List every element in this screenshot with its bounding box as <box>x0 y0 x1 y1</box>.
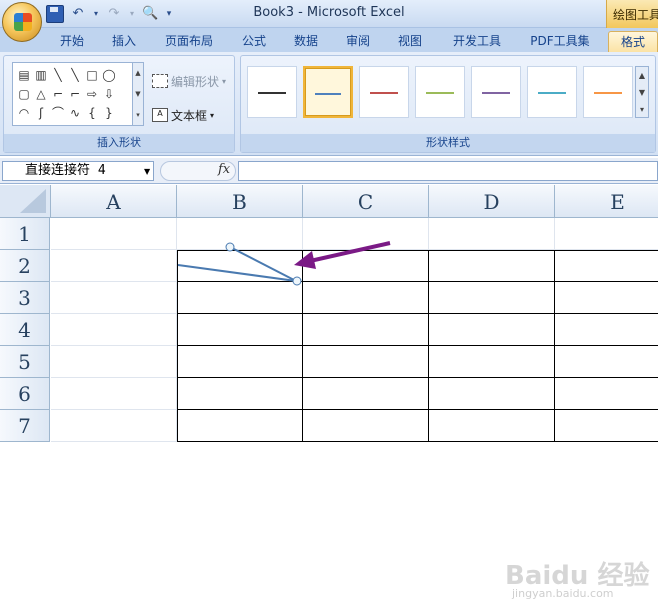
shape-option-icon[interactable]: △ <box>33 85 49 104</box>
shape-option-icon[interactable]: ◠ <box>16 104 32 123</box>
tab-view[interactable]: 视图 <box>390 31 430 52</box>
shape-option-icon[interactable]: ▤ <box>16 66 32 85</box>
scroll-down-icon[interactable]: ▼ <box>636 84 648 101</box>
annotation-arrow <box>309 241 391 263</box>
office-button[interactable] <box>2 2 42 42</box>
shape-style-option[interactable] <box>471 66 521 118</box>
tab-developer[interactable]: 开发工具 <box>444 31 510 52</box>
line-style-preview-icon <box>594 92 622 94</box>
tab-data[interactable]: 数据 <box>286 31 326 52</box>
scroll-up-icon[interactable]: ▲ <box>133 63 143 84</box>
shapes-gallery[interactable]: ▤ ▥ ╲ ╲ □ ◯ ▢ △ ⌐ ⌐ ⇨ ⇩ ◠ ʃ ⌒ ∿{} <box>12 62 142 126</box>
line-style-preview-icon <box>538 92 566 94</box>
chevron-down-icon: ▾ <box>222 76 227 86</box>
group-label-insert-shapes: 插入形状 <box>4 134 234 152</box>
name-box[interactable]: 直接连接符 4 <box>2 161 154 181</box>
group-insert-shapes: ▤ ▥ ╲ ╲ □ ◯ ▢ △ ⌐ ⌐ ⇨ ⇩ ◠ ʃ ⌒ ∿{} ▲ ▼ ▾ 编辑形状 ▾ A 文本框 ▾ … <box>3 55 235 153</box>
shape-option-icon[interactable]: ⇩ <box>101 85 117 104</box>
ribbon: ▤ ▥ ╲ ╲ □ ◯ ▢ △ ⌐ ⌐ ⇨ ⇩ ◠ ʃ ⌒ ∿{} ▲ ▼ ▾ 编辑形状 ▾ A 文本框 ▾ … <box>0 52 658 156</box>
shape-style-option[interactable] <box>527 66 577 118</box>
tab-home[interactable]: 开始 <box>52 31 92 52</box>
shape-style-option[interactable] <box>247 66 297 118</box>
shape-style-option[interactable] <box>359 66 409 118</box>
connector-start-handle[interactable] <box>225 242 235 252</box>
line-style-preview-icon <box>370 92 398 94</box>
shape-style-option[interactable] <box>583 66 633 118</box>
office-logo-icon <box>14 13 32 31</box>
group-label-shape-styles: 形状样式 <box>241 134 655 152</box>
shape-option-icon[interactable]: ⇨ <box>84 85 100 104</box>
scroll-down-icon[interactable]: ▼ <box>133 84 143 105</box>
scroll-up-icon[interactable]: ▲ <box>636 67 648 84</box>
shape-option-icon[interactable]: □ <box>84 66 100 85</box>
shape-option-icon[interactable]: ▢ <box>16 85 32 104</box>
shapes-gallery-scroll[interactable]: ▲ ▼ ▾ <box>132 62 144 126</box>
chevron-down-icon: ▾ <box>210 110 215 120</box>
formula-input[interactable] <box>238 161 658 181</box>
line-style-preview-icon <box>258 92 286 94</box>
text-box-button[interactable]: A 文本框 ▾ <box>152 106 214 124</box>
tab-review[interactable]: 审阅 <box>338 31 378 52</box>
edit-shape-label: 编辑形状 <box>171 74 220 89</box>
watermark-url: jingyan.baidu.com <box>512 587 614 600</box>
gallery-more-icon[interactable]: ▾ <box>133 105 143 126</box>
shape-option-icon[interactable]: ▥ <box>33 66 49 85</box>
insert-function-icon[interactable]: fx <box>218 162 230 177</box>
chevron-down-icon[interactable]: ▼ <box>144 167 150 176</box>
tab-formulas[interactable]: 公式 <box>234 31 274 52</box>
tab-page-layout[interactable]: 页面布局 <box>156 31 222 52</box>
shape-option-icon[interactable]: ⌐ <box>50 85 66 104</box>
shape-option-icon[interactable]: ⌐ <box>67 85 83 104</box>
gallery-more-icon[interactable]: ▾ <box>636 101 648 118</box>
text-box-label: 文本框 <box>171 108 208 123</box>
tab-pdf-tools[interactable]: PDF工具集 <box>522 31 598 52</box>
line-style-preview-icon <box>426 92 454 94</box>
connector-end-handle[interactable] <box>292 276 302 286</box>
shape-option-icon[interactable]: ʃ <box>33 104 49 123</box>
shape-option-icon[interactable]: ╲ <box>67 66 83 85</box>
group-shape-styles: ▲ ▼ ▾ 形状样式 <box>240 55 656 153</box>
shape-option-icon[interactable]: } <box>101 104 117 123</box>
shape-style-option[interactable] <box>303 66 353 118</box>
edit-shape-button[interactable]: 编辑形状 ▾ <box>152 72 226 90</box>
style-gallery-scroll[interactable]: ▲ ▼ ▾ <box>635 66 649 118</box>
text-box-icon: A <box>152 108 168 122</box>
edit-shape-icon <box>152 74 168 88</box>
formula-bar: 直接连接符 4 ▼ fx <box>0 158 658 184</box>
shape-option-icon[interactable]: ╲ <box>50 66 66 85</box>
arrow-head-icon <box>294 251 316 269</box>
ribbon-tab-bar: 开始 插入 页面布局 公式 数据 审阅 视图 开发工具 PDF工具集 格式 <box>0 28 658 52</box>
shape-option-icon[interactable]: ◯ <box>101 66 117 85</box>
worksheet-grid: ABCDE1234567 Baidu 经验 jingyan.baidu.com <box>0 185 658 600</box>
tab-insert[interactable]: 插入 <box>104 31 144 52</box>
line-style-preview-icon <box>315 93 341 95</box>
shape-option-icon[interactable]: ∿ <box>67 104 83 123</box>
shape-option-icon[interactable]: ⌒ <box>50 104 66 123</box>
shape-option-icon[interactable]: { <box>84 104 100 123</box>
line-style-preview-icon <box>482 92 510 94</box>
drawing-overlay <box>177 241 391 286</box>
tab-format[interactable]: 格式 <box>608 31 658 52</box>
shape-style-option[interactable] <box>415 66 465 118</box>
contextual-tab-drawing-tools: 绘图工具 <box>606 0 658 28</box>
window-title: Book3 - Microsoft Excel <box>253 5 405 20</box>
